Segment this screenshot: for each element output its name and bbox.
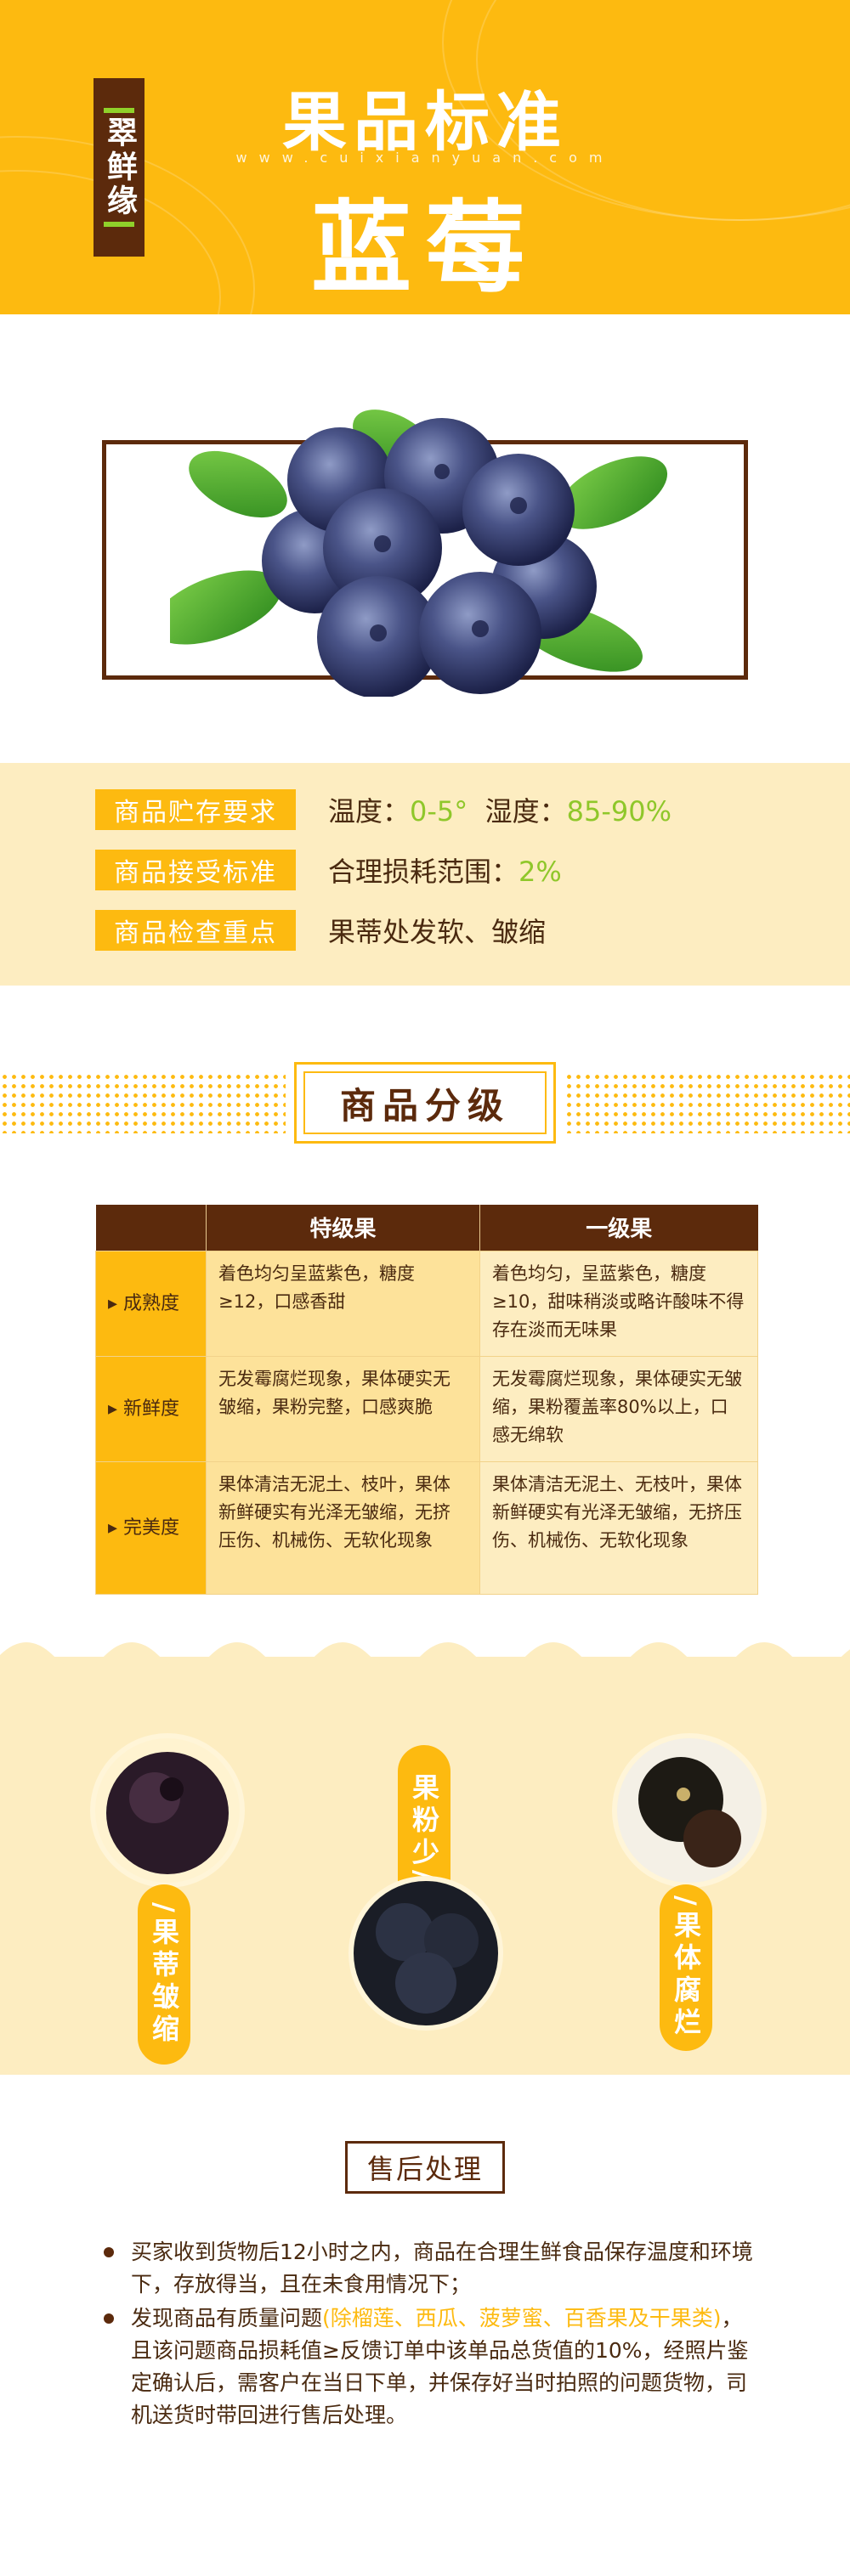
info-value: 温度：0-5° 湿度：85-90% bbox=[328, 790, 672, 829]
blueberry-image bbox=[170, 410, 668, 697]
list-item: 发现商品有质量问题(除榴莲、西瓜、菠萝蜜、百香果及干果类)，且该问题商品损耗值≥… bbox=[102, 2302, 756, 2432]
after-sales-list: 买家收到货物后12小时之内，商品在合理生鲜食品保存温度和环境下，存放得当，且在未… bbox=[102, 2236, 756, 2433]
table-row: ▸ 新鲜度 无发霉腐烂现象，果体硬实无皱缩，果粉完整，口感爽脆 无发霉腐烂现象，… bbox=[95, 1355, 758, 1462]
info-tag: 商品贮存要求 bbox=[95, 789, 296, 830]
info-label-loss: 合理损耗范围： bbox=[328, 856, 519, 888]
row-label: 完美度 bbox=[123, 1517, 180, 1539]
row-header: ▸ 成熟度 bbox=[95, 1250, 207, 1357]
berry-photo bbox=[106, 1752, 229, 1874]
info-label-humidity: 湿度： bbox=[468, 795, 567, 828]
table-header-cell: 特级果 bbox=[206, 1205, 480, 1251]
defect-label-stem: /果蒂皱缩 bbox=[138, 1884, 190, 2065]
table-cell: 着色均匀，呈蓝紫色，糖度≥10，甜味稍淡或略许酸味不得存在淡而无味果 bbox=[479, 1250, 758, 1357]
info-value-humidity: 85-90% bbox=[566, 795, 672, 828]
decor-wave bbox=[0, 1642, 850, 1681]
decor-dots-left bbox=[0, 1072, 286, 1133]
table-header-cell bbox=[95, 1205, 207, 1251]
table-cell: 着色均匀呈蓝紫色，糖度≥12，口感香甜 bbox=[206, 1250, 480, 1357]
row-header: ▸ 完美度 bbox=[95, 1460, 207, 1595]
page-title: 蓝莓 bbox=[310, 189, 539, 307]
list-item-text: 发现商品有质量问题 bbox=[131, 2306, 323, 2330]
table-row: ▸ 完美度 果体清洁无泥土、枝叶，果体新鲜硬实有光泽无皱缩，无挤压伤、机械伤、无… bbox=[95, 1460, 758, 1595]
info-value: 合理损耗范围：2% bbox=[328, 850, 562, 890]
berry-photo bbox=[617, 1738, 762, 1883]
defect-photo-stem bbox=[95, 1738, 240, 1883]
berry-photo bbox=[354, 1881, 498, 2025]
table-cell: 果体清洁无泥土、枝叶，果体新鲜硬实有光泽无皱缩，无挤压伤、机械伤、无软化现象 bbox=[206, 1460, 480, 1595]
table-cell: 无发霉腐烂现象，果体硬实无皱缩，果粉完整，口感爽脆 bbox=[206, 1355, 480, 1462]
section-title-after-sales: 售后处理 bbox=[345, 2141, 505, 2194]
table-cell: 无发霉腐烂现象，果体硬实无皱缩，果粉覆盖率80%以上，口感无绵软 bbox=[479, 1355, 758, 1462]
table-cell: 果体清洁无泥土、无枝叶，果体新鲜硬实有光泽无皱缩，无挤压伤、机械伤、无软化现象 bbox=[479, 1460, 758, 1595]
section-title-grading: 商品分级 bbox=[294, 1062, 556, 1144]
list-item-highlight: (除榴莲、西瓜、菠萝蜜、百香果及干果类) bbox=[322, 2306, 722, 2330]
row-label: 新鲜度 bbox=[123, 1398, 180, 1420]
info-row-inspection: 商品检查重点 果蒂处发软、皱缩 bbox=[95, 908, 546, 952]
defect-photo-rot bbox=[617, 1738, 762, 1883]
list-item-text: 买家收到货物后12小时之内，商品在合理生鲜食品保存温度和环境下，存放得当，且在未… bbox=[131, 2240, 753, 2296]
section-title-text: 商品分级 bbox=[303, 1071, 547, 1134]
defect-label-rot: /果体腐烂 bbox=[660, 1884, 712, 2051]
header-banner: 翠鲜缘 果品标准 www.cuixianyuan.com 蓝莓 bbox=[0, 0, 850, 314]
info-row-acceptance: 商品接受标准 合理损耗范围：2% bbox=[95, 848, 562, 892]
grading-table: 特级果 一级果 ▸ 成熟度 着色均匀呈蓝紫色，糖度≥12，口感香甜 着色均匀，呈… bbox=[95, 1205, 758, 1595]
info-value-temp: 0-5° bbox=[410, 795, 468, 828]
table-header-row: 特级果 一级果 bbox=[95, 1205, 758, 1251]
table-row: ▸ 成熟度 着色均匀呈蓝紫色，糖度≥12，口感香甜 着色均匀，呈蓝紫色，糖度≥1… bbox=[95, 1250, 758, 1357]
row-label: 成熟度 bbox=[123, 1292, 180, 1314]
decor-dots-right bbox=[564, 1072, 850, 1133]
info-value: 果蒂处发软、皱缩 bbox=[328, 916, 547, 948]
info-row-storage: 商品贮存要求 温度：0-5° 湿度：85-90% bbox=[95, 788, 672, 832]
defect-photo-bloom bbox=[354, 1881, 498, 2025]
info-label-temp: 温度： bbox=[328, 795, 411, 828]
table-header-cell: 一级果 bbox=[479, 1205, 758, 1251]
brand-url: www.cuixianyuan.com bbox=[235, 150, 615, 166]
row-header: ▸ 新鲜度 bbox=[95, 1355, 207, 1462]
list-item: 买家收到货物后12小时之内，商品在合理生鲜食品保存温度和环境下，存放得当，且在未… bbox=[102, 2236, 756, 2301]
info-tag: 商品检查重点 bbox=[95, 910, 296, 951]
info-value-loss: 2% bbox=[518, 856, 562, 888]
info-tag: 商品接受标准 bbox=[95, 850, 296, 890]
